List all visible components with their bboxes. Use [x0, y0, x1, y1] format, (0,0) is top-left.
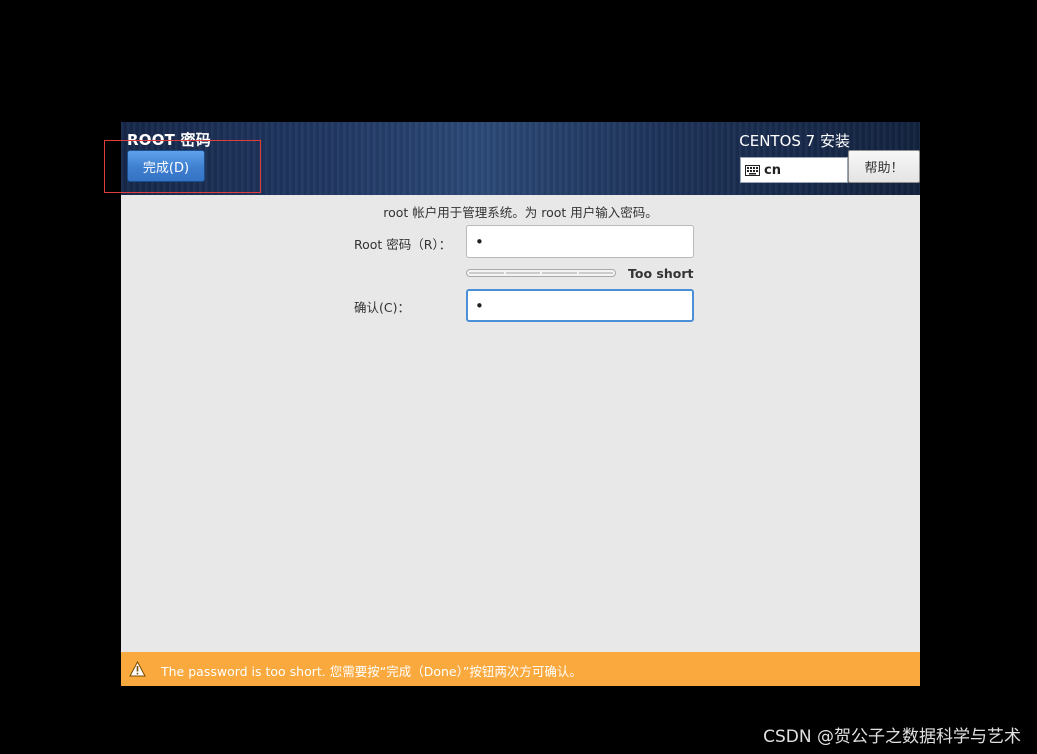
done-button[interactable]: 完成(D): [127, 150, 205, 182]
status-bar: The password is too short. 您需要按“完成（Done）…: [121, 652, 920, 686]
confirm-password-input[interactable]: [466, 289, 694, 322]
form-description: root 帐户用于管理系统。为 root 用户输入密码。: [383, 205, 658, 220]
root-password-input[interactable]: [466, 225, 694, 258]
page-title: ROOT 密码: [127, 131, 211, 149]
password-strength-bar: [466, 269, 616, 277]
header-bar: ROOT 密码 完成(D) CENTOS 7 安装 cn 帮助！: [121, 122, 920, 195]
keyboard-layout-indicator[interactable]: cn: [740, 157, 848, 183]
installer-window: ROOT 密码 完成(D) CENTOS 7 安装 cn 帮助！ root 帐户…: [121, 122, 920, 686]
product-title: CENTOS 7 安装: [739, 132, 850, 150]
watermark-text: CSDN @贺公子之数据科学与艺术: [763, 727, 1021, 747]
keyboard-layout-label: cn: [764, 162, 781, 178]
help-button[interactable]: 帮助！: [848, 150, 920, 183]
warning-icon: [129, 661, 146, 677]
keyboard-icon: [745, 164, 760, 176]
status-warning-text: The password is too short. 您需要按“完成（Done）…: [161, 664, 582, 679]
password-label: Root 密码（R）：: [354, 237, 452, 252]
password-strength-label: Too short: [628, 266, 694, 281]
confirm-label: 确认(C)：: [354, 300, 410, 315]
